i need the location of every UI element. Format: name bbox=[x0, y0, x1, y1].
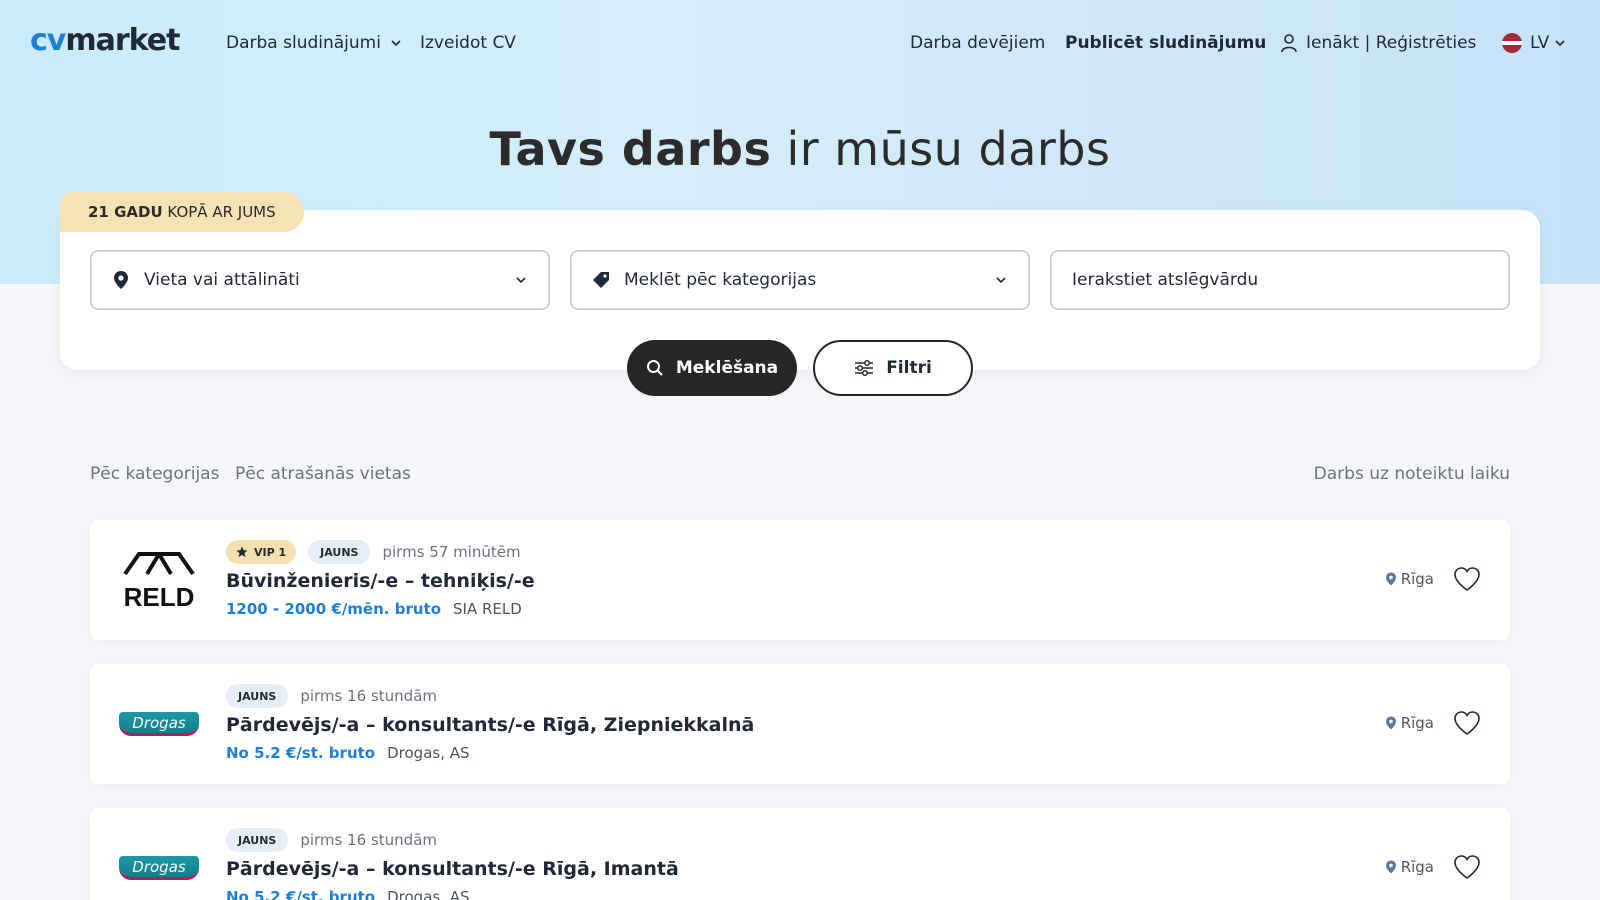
language-label: LV bbox=[1530, 33, 1550, 53]
tag-icon bbox=[593, 272, 609, 288]
chevron-down-icon bbox=[516, 277, 526, 284]
job-meta: JAUNS pirms 16 stundām bbox=[226, 828, 437, 852]
years-badge-rest: KOPĀ AR JUMS bbox=[162, 203, 276, 221]
category-select-value: Meklēt pēc kategorijas bbox=[624, 270, 817, 290]
tab-by-location[interactable]: Pēc atrašanās vietas bbox=[235, 464, 411, 484]
logo-cv: cv bbox=[30, 23, 66, 58]
nav-jobs-dropdown[interactable]: Darba sludinājumi bbox=[226, 33, 403, 53]
company-logo-reld: RELD bbox=[116, 544, 202, 616]
job-location-label: Rīga bbox=[1400, 570, 1434, 588]
logo-market: market bbox=[65, 23, 180, 58]
filter-button[interactable]: Filtri bbox=[813, 340, 973, 396]
job-title[interactable]: Pārdevējs/-a – konsultants/-e Rīgā, Ziep… bbox=[226, 714, 754, 736]
user-icon bbox=[1281, 34, 1297, 53]
nav-login[interactable]: Ienākt | Reģistrēties bbox=[1280, 33, 1476, 53]
location-select[interactable]: Vieta vai attālināti bbox=[90, 250, 550, 310]
years-badge: 21 GADU KOPĀ AR JUMS bbox=[60, 192, 304, 232]
job-details: No 5.2 €/st. bruto Drogas, AS bbox=[226, 744, 470, 762]
posted-time: pirms 57 minūtēm bbox=[382, 543, 521, 561]
job-location-label: Rīga bbox=[1400, 858, 1434, 876]
hero-title-rest: ir mūsu darbs bbox=[771, 122, 1111, 176]
heart-icon[interactable] bbox=[1452, 852, 1482, 882]
job-location: Rīga bbox=[1385, 858, 1434, 876]
search-button[interactable]: Meklēšana bbox=[627, 340, 797, 396]
years-badge-bold: 21 GADU bbox=[88, 203, 163, 221]
top-navigation: cvmarket Darba sludinājumi Izveidot CV D… bbox=[0, 0, 1600, 86]
nav-create-cv[interactable]: Izveidot CV bbox=[420, 33, 516, 53]
job-details: No 5.2 €/st. bruto Drogas, AS bbox=[226, 888, 470, 900]
nav-employers[interactable]: Darba devējiem bbox=[910, 33, 1045, 53]
new-badge: JAUNS bbox=[308, 540, 371, 564]
reld-logo-text: RELD bbox=[124, 582, 195, 612]
keyword-input-placeholder: Ierakstiet atslēgvārdu bbox=[1072, 270, 1259, 290]
heart-icon[interactable] bbox=[1452, 564, 1482, 594]
new-badge: JAUNS bbox=[226, 684, 289, 708]
vip-badge: VIP 1 bbox=[226, 540, 297, 564]
nav-employers-label: Darba devējiem bbox=[910, 33, 1046, 53]
chevron-down-icon bbox=[391, 40, 401, 47]
tab-temporary-jobs[interactable]: Darbs uz noteiktu laiku bbox=[1314, 464, 1510, 484]
job-title[interactable]: Būvinženieris/-e – tehniķis/-e bbox=[226, 570, 535, 592]
category-select[interactable]: Meklēt pēc kategorijas bbox=[570, 250, 1030, 310]
tab-by-category[interactable]: Pēc kategorijas bbox=[90, 464, 219, 484]
heart-icon[interactable] bbox=[1452, 708, 1482, 738]
job-meta: JAUNS pirms 16 stundām bbox=[226, 684, 437, 708]
job-card[interactable]: RELD VIP 1 JAUNS pirms 57 minūtēm Būvinž… bbox=[90, 520, 1510, 640]
chevron-down-icon bbox=[996, 277, 1006, 284]
job-company: Drogas, AS bbox=[387, 744, 470, 762]
filter-button-label: Filtri bbox=[886, 358, 932, 378]
map-pin-icon bbox=[1385, 716, 1396, 730]
job-title[interactable]: Pārdevējs/-a – konsultants/-e Rīgā, Iman… bbox=[226, 858, 679, 880]
job-salary: 1200 - 2000 €/mēn. bruto bbox=[226, 600, 441, 618]
chevron-down-icon bbox=[1555, 40, 1565, 47]
job-company: Drogas, AS bbox=[387, 888, 470, 900]
hero-title-bold: Tavs darbs bbox=[489, 122, 772, 176]
job-salary: No 5.2 €/st. bruto bbox=[226, 744, 376, 762]
company-logo-drogas: Drogas bbox=[116, 832, 202, 900]
sliders-icon bbox=[855, 359, 874, 377]
job-details: 1200 - 2000 €/mēn. bruto SIA RELD bbox=[226, 600, 522, 618]
nav-publish[interactable]: Publicēt sludinājumu bbox=[1065, 33, 1266, 53]
nav-login-label: Ienākt | Reģistrēties bbox=[1306, 33, 1477, 53]
drogas-logo-text: Drogas bbox=[119, 712, 199, 736]
search-icon bbox=[646, 360, 663, 376]
job-location-label: Rīga bbox=[1400, 714, 1434, 732]
map-pin-icon bbox=[1385, 860, 1396, 874]
posted-time: pirms 16 stundām bbox=[300, 687, 438, 705]
map-pin-icon bbox=[1385, 572, 1396, 586]
language-selector[interactable]: LV bbox=[1502, 33, 1567, 53]
new-badge: JAUNS bbox=[226, 828, 289, 852]
posted-time: pirms 16 stundām bbox=[300, 831, 438, 849]
map-pin-icon bbox=[114, 271, 128, 289]
search-button-label: Meklēšana bbox=[675, 358, 779, 378]
nav-publish-label: Publicēt sludinājumu bbox=[1065, 33, 1267, 53]
job-meta: VIP 1 JAUNS pirms 57 minūtēm bbox=[226, 540, 521, 564]
job-card[interactable]: Drogas JAUNS pirms 16 stundām Pārdevējs/… bbox=[90, 808, 1510, 900]
reld-logo-image: RELD bbox=[123, 552, 195, 612]
vip-badge-label: VIP 1 bbox=[254, 545, 287, 559]
keyword-input[interactable]: Ierakstiet atslēgvārdu bbox=[1050, 250, 1510, 310]
nav-create-cv-label: Izveidot CV bbox=[420, 33, 516, 53]
latvia-flag-icon bbox=[1502, 33, 1522, 53]
job-card[interactable]: Drogas JAUNS pirms 16 stundām Pārdevējs/… bbox=[90, 664, 1510, 784]
star-icon bbox=[236, 546, 248, 557]
location-select-value: Vieta vai attālināti bbox=[144, 270, 300, 290]
job-location: Rīga bbox=[1385, 714, 1434, 732]
job-location: Rīga bbox=[1385, 570, 1434, 588]
job-salary: No 5.2 €/st. bruto bbox=[226, 888, 376, 900]
company-logo-drogas: Drogas bbox=[116, 688, 202, 760]
cvmarket-logo[interactable]: cvmarket bbox=[30, 23, 180, 58]
job-company: SIA RELD bbox=[453, 600, 522, 618]
hero-title: Tavs darbs ir mūsu darbs bbox=[0, 122, 1600, 176]
drogas-logo-text: Drogas bbox=[119, 856, 199, 880]
nav-jobs-label: Darba sludinājumi bbox=[226, 33, 381, 53]
